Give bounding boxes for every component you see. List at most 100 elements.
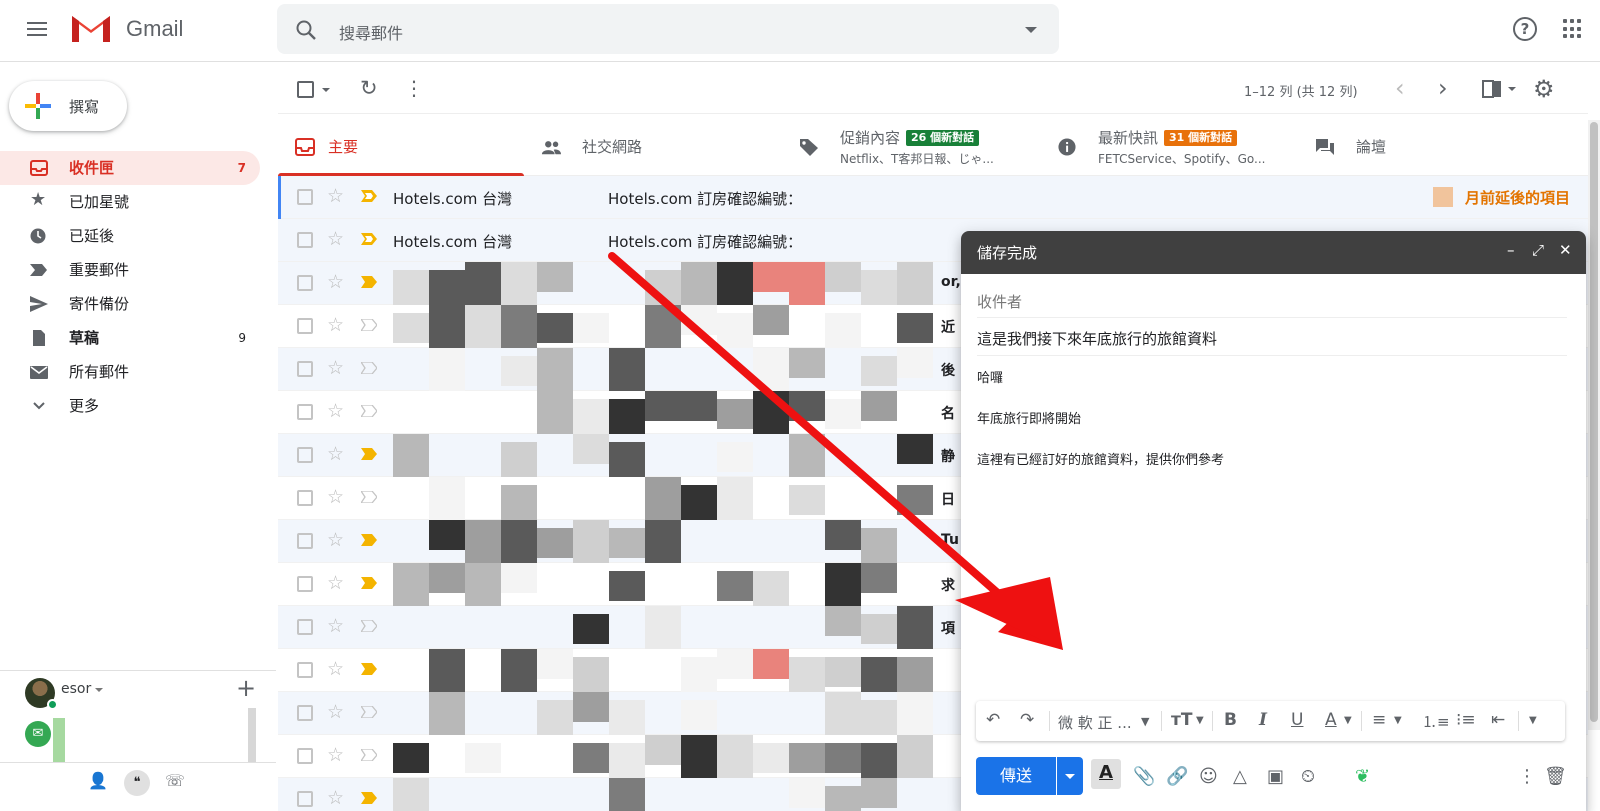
refresh-icon[interactable]: ↻ [360,76,378,100]
attach-icon[interactable]: 📎 [1133,766,1155,787]
close-icon[interactable]: ✕ [1559,241,1572,259]
gmail-logo-icon[interactable] [70,12,112,44]
important-icon[interactable] [361,319,377,331]
sidebar-item-snoozed[interactable]: 已延後 [0,219,260,253]
important-icon[interactable] [361,190,377,202]
row-checkbox[interactable] [297,576,313,592]
important-icon[interactable] [361,491,377,503]
row-checkbox[interactable] [297,404,313,420]
hangouts-user-name[interactable]: esor [61,681,91,697]
important-icon[interactable] [361,620,377,632]
hangouts-contact-icon[interactable]: ✉ [25,721,51,747]
fullscreen-icon[interactable]: ⤢ [1532,241,1544,259]
avatar[interactable] [25,678,58,710]
tab-promotions[interactable]: 促銷內容 26 個新對話 Netflix、T客邦日報、じゃ... [782,118,1040,176]
important-icon[interactable] [361,577,377,589]
star-icon[interactable]: ☆ [327,658,344,680]
important-icon[interactable] [361,362,377,374]
confidential-mode-icon[interactable]: ⏲ [1301,766,1315,787]
evernote-icon[interactable]: ❦ [1355,766,1370,787]
more-options-icon[interactable]: ⋮ [1518,766,1536,787]
more-options-icon[interactable]: ⋮ [404,76,424,100]
italic-icon[interactable]: I [1259,710,1267,730]
recipients-field[interactable]: 收件者 [977,284,1567,318]
discard-draft-icon[interactable]: 🗑 [1544,766,1567,787]
message-body[interactable]: 哈囉 年底旅行即將開始 這裡有已經訂好的旅館資料，提供你們參考 [977,366,1567,489]
star-icon[interactable]: ☆ [327,572,344,594]
important-icon[interactable] [361,706,377,718]
minimize-icon[interactable]: – [1507,241,1515,259]
main-menu-button[interactable] [24,18,50,42]
row-checkbox[interactable] [297,361,313,377]
chat-tab-icon[interactable]: ❝ [124,770,150,796]
star-icon[interactable]: ☆ [327,443,344,465]
star-icon[interactable]: ☆ [327,701,344,723]
bulleted-list-icon[interactable]: ⁝≡ [1456,710,1476,730]
star-icon[interactable]: ☆ [327,400,344,422]
emoji-icon[interactable]: ☺ [1199,766,1218,787]
row-checkbox[interactable] [297,705,313,721]
search-bar[interactable]: 搜尋郵件 [277,4,1059,54]
sidebar-item-starred[interactable]: ★ 已加星號 [0,185,260,219]
star-icon[interactable]: ☆ [327,615,344,637]
photo-icon[interactable]: ▣ [1267,766,1284,787]
star-icon[interactable]: ☆ [327,744,344,766]
font-family-select[interactable]: 微 軟 正 ... [1058,712,1132,733]
bold-icon[interactable]: B [1224,710,1237,730]
important-icon[interactable] [361,233,377,245]
contacts-tab-icon[interactable]: 👤 [86,771,110,795]
row-checkbox[interactable] [297,189,313,205]
important-icon[interactable] [361,663,377,675]
underline-icon[interactable]: U [1291,710,1303,730]
row-checkbox[interactable] [297,533,313,549]
sidebar-item-more[interactable]: 更多 [0,389,260,423]
table-row[interactable]: ☆ Hotels.com 台灣 Hotels.com 訂房確認編號： 月前延後的… [278,176,1588,219]
tab-updates[interactable]: 最新快訊 31 個新對話 FETCService、Spotify、Go... [1040,118,1298,176]
apps-grid-icon[interactable] [1563,19,1583,39]
sidebar-item-drafts[interactable]: 草稿 9 [0,321,260,355]
split-pane-icon[interactable] [1481,80,1519,98]
font-size-icon[interactable]: тT [1171,710,1192,730]
select-options-icon[interactable] [322,88,330,92]
compose-button[interactable]: 撰寫 [9,81,127,131]
row-checkbox[interactable] [297,662,313,678]
star-icon[interactable]: ☆ [327,486,344,508]
important-icon[interactable] [361,276,377,288]
row-checkbox[interactable] [297,490,313,506]
select-all-checkbox[interactable] [297,81,314,98]
add-contact-icon[interactable]: + [236,674,256,702]
star-icon[interactable]: ☆ [327,228,344,250]
scrollbar[interactable] [1588,120,1600,730]
align-icon[interactable]: ≡ [1372,710,1386,730]
redo-icon[interactable]: ↷ [1020,710,1034,730]
send-options-button[interactable] [1057,757,1083,795]
next-page-icon[interactable]: › [1438,74,1448,102]
important-icon[interactable] [361,792,377,804]
important-icon[interactable] [361,448,377,460]
compose-window[interactable]: 儲存完成 – ⤢ ✕ 收件者 這是我們接下來年底旅行的旅館資料 哈囉 年底旅行即… [961,231,1586,811]
tab-forums[interactable]: 論壇 [1298,118,1556,176]
chevron-down-icon[interactable]: ▼ [1196,715,1204,726]
row-checkbox[interactable] [297,619,313,635]
settings-gear-icon[interactable]: ⚙ [1533,75,1555,103]
tab-social[interactable]: 社交網路 [524,118,782,176]
phone-tab-icon[interactable]: ☏ [163,771,187,795]
chevron-down-icon[interactable]: ▼ [1394,715,1402,726]
search-input[interactable]: 搜尋郵件 [339,20,403,44]
row-checkbox[interactable] [297,318,313,334]
star-icon[interactable]: ☆ [327,271,344,293]
row-checkbox[interactable] [297,791,313,807]
undo-icon[interactable]: ↶ [986,710,1000,730]
tab-primary[interactable]: 主要 [278,118,524,176]
important-icon[interactable] [361,749,377,761]
row-checkbox[interactable] [297,748,313,764]
chevron-down-icon[interactable]: ▼ [1141,715,1149,728]
star-icon[interactable]: ☆ [327,787,344,809]
star-icon[interactable]: ☆ [327,529,344,551]
help-icon[interactable]: ? [1513,17,1537,41]
text-color-icon[interactable]: A [1325,710,1337,730]
search-options-icon[interactable] [1025,27,1037,33]
link-icon[interactable]: 🔗 [1166,766,1188,787]
scrollbar-thumb[interactable] [1590,122,1598,722]
row-checkbox[interactable] [297,232,313,248]
